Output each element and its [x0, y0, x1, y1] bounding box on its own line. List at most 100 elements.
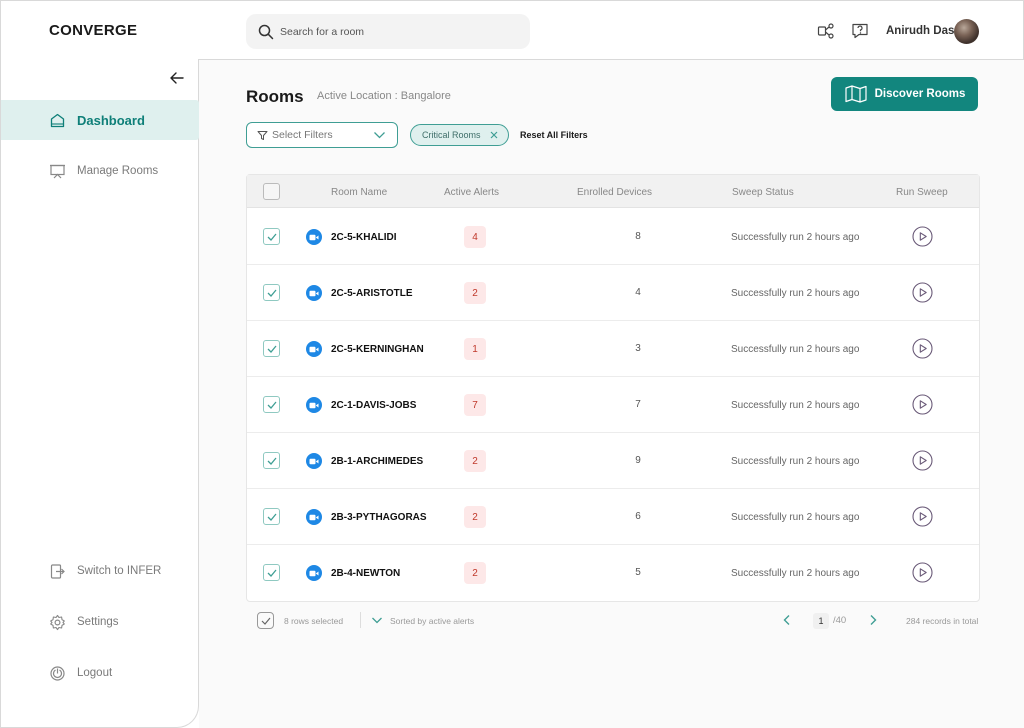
gear-icon [50, 614, 65, 630]
footer-divider [360, 612, 361, 628]
sidebar-item-manage-rooms[interactable]: Manage Rooms [1, 151, 199, 191]
column-header-sweep-status[interactable]: Sweep Status [732, 187, 794, 198]
sweep-status: Successfully run 2 hours ago [731, 456, 860, 467]
search-icon [258, 24, 274, 39]
enrolled-devices: 8 [635, 231, 641, 242]
chevron-down-icon[interactable] [371, 616, 383, 625]
room-name[interactable]: 2C-5-KERNINGHAN [331, 344, 424, 355]
top-bar: CONVERGE Anirudh Das [0, 0, 1024, 60]
sidebar-item-label: Logout [77, 667, 113, 679]
alert-count-badge: 7 [464, 394, 486, 416]
search-input[interactable] [280, 25, 510, 38]
play-circle-icon[interactable] [912, 562, 933, 583]
current-page[interactable]: 1 [813, 613, 829, 629]
row-checkbox[interactable] [263, 284, 280, 301]
enrolled-devices: 5 [635, 567, 641, 578]
video-camera-icon [306, 285, 322, 301]
play-circle-icon[interactable] [912, 394, 933, 415]
funnel-icon [257, 130, 268, 140]
check-icon [267, 401, 276, 409]
chevron-left-icon[interactable] [780, 613, 794, 627]
row-checkbox[interactable] [263, 508, 280, 525]
play-circle-icon[interactable] [912, 450, 933, 471]
page-total: /40 [833, 615, 847, 626]
sweep-status: Successfully run 2 hours ago [731, 512, 860, 523]
sweep-status: Successfully run 2 hours ago [731, 400, 860, 411]
page-title: Rooms [246, 87, 304, 106]
check-icon [267, 233, 276, 241]
user-name[interactable]: Anirudh Das [886, 25, 954, 37]
room-name[interactable]: 2C-5-KHALIDI [331, 232, 397, 243]
row-checkbox[interactable] [263, 228, 280, 245]
table-row[interactable]: 2B-1-ARCHIMEDES 2 9 Successfully run 2 hour… [247, 433, 979, 489]
sidebar-item-dashboard[interactable]: Dashboard [1, 100, 199, 140]
arrow-left-icon[interactable] [168, 69, 186, 87]
main-content: Rooms Active Location : Bangalore Discov… [199, 60, 1024, 728]
alert-count-badge: 1 [464, 338, 486, 360]
alert-count-badge: 2 [464, 562, 486, 584]
switch-icon [50, 563, 65, 579]
sidebar: Dashboard Manage Rooms Switch to INFER S… [0, 59, 199, 728]
home-icon [50, 113, 65, 127]
alert-count-badge: 2 [464, 282, 486, 304]
video-camera-icon [306, 453, 322, 469]
row-checkbox[interactable] [263, 452, 280, 469]
help-chat-icon[interactable] [851, 22, 869, 40]
close-icon[interactable] [489, 130, 499, 140]
sidebar-item-switch-infer[interactable]: Switch to INFER [1, 551, 199, 591]
play-circle-icon[interactable] [912, 338, 933, 359]
row-checkbox[interactable] [263, 564, 280, 581]
table-row[interactable]: 2C-5-KHALIDI 4 8 Successfully run 2 hours a… [247, 209, 979, 265]
sort-text[interactable]: Sorted by active alerts [390, 616, 474, 626]
check-icon [267, 345, 276, 353]
video-camera-icon [306, 229, 322, 245]
check-icon [267, 289, 276, 297]
filter-placeholder: Select Filters [272, 129, 333, 141]
avatar[interactable] [954, 19, 979, 44]
table-row[interactable]: 2C-5-KERNINGHAN 1 3 Successfully run 2 hour… [247, 321, 979, 377]
discover-rooms-label: Discover Rooms [874, 88, 966, 100]
room-name[interactable]: 2B-3-PYTHAGORAS [331, 512, 427, 523]
reset-filters-link[interactable]: Reset All Filters [520, 130, 588, 140]
alert-count-badge: 2 [464, 506, 486, 528]
sidebar-item-logout[interactable]: Logout [1, 653, 199, 693]
sidebar-item-label: Switch to INFER [77, 565, 162, 577]
chip-label: Critical Rooms [422, 130, 481, 140]
room-name[interactable]: 2B-4-NEWTON [331, 568, 400, 579]
filter-select[interactable]: Select Filters [246, 122, 398, 148]
column-header-enrolled-devices[interactable]: Enrolled Devices [577, 187, 652, 198]
check-icon [267, 569, 276, 577]
chevron-right-icon[interactable] [866, 613, 880, 627]
play-circle-icon[interactable] [912, 226, 933, 247]
play-circle-icon[interactable] [912, 506, 933, 527]
selection-checkbox[interactable] [257, 612, 274, 629]
video-camera-icon [306, 397, 322, 413]
room-name[interactable]: 2C-5-ARISTOTLE [331, 288, 413, 299]
table-row[interactable]: 2C-5-ARISTOTLE 2 4 Successfully run 2 hours… [247, 265, 979, 321]
rooms-table: Room Name Active Alerts Enrolled Devices… [246, 174, 980, 602]
row-checkbox[interactable] [263, 396, 280, 413]
filter-chip-critical-rooms[interactable]: Critical Rooms [410, 124, 509, 146]
active-location: Active Location : Bangalore [317, 90, 451, 102]
column-header-active-alerts[interactable]: Active Alerts [444, 187, 499, 198]
records-total: 284 records in total [906, 616, 979, 626]
sweep-status: Successfully run 2 hours ago [731, 288, 860, 299]
rows-selected-text: 8 rows selected [284, 616, 344, 626]
column-header-room-name[interactable]: Room Name [331, 187, 387, 198]
sidebar-item-settings[interactable]: Settings [1, 602, 199, 642]
room-name[interactable]: 2C-1-DAVIS-JOBS [331, 400, 416, 411]
play-circle-icon[interactable] [912, 282, 933, 303]
table-row[interactable]: 2B-4-NEWTON 2 5 Successfully run 2 hours ag… [247, 545, 979, 601]
device-network-icon[interactable] [817, 22, 835, 40]
enrolled-devices: 9 [635, 455, 641, 466]
table-row[interactable]: 2B-3-PYTHAGORAS 2 6 Successfully run 2 hour… [247, 489, 979, 545]
search-box[interactable] [246, 14, 530, 49]
video-camera-icon [306, 565, 322, 581]
select-all-checkbox[interactable] [263, 183, 280, 200]
table-row[interactable]: 2C-1-DAVIS-JOBS 7 7 Successfully run 2 hour… [247, 377, 979, 433]
sweep-status: Successfully run 2 hours ago [731, 344, 860, 355]
room-name[interactable]: 2B-1-ARCHIMEDES [331, 456, 423, 467]
row-checkbox[interactable] [263, 340, 280, 357]
discover-rooms-button[interactable]: Discover Rooms [831, 77, 978, 111]
map-icon [845, 85, 867, 103]
